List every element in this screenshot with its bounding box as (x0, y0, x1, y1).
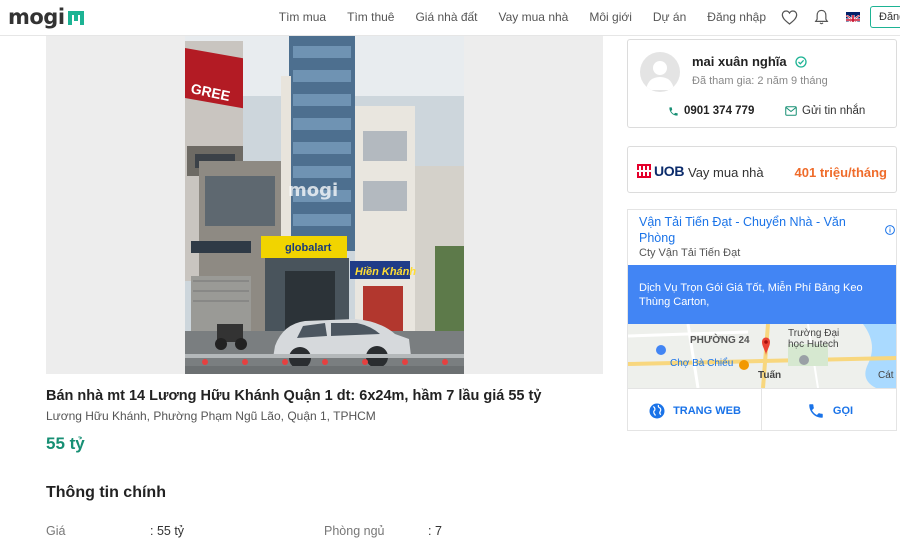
map-label-school: Trường Đại học Hutech (788, 328, 840, 350)
phone-number: 0901 374 779 (684, 105, 755, 117)
ad-banner-text: Dịch Vụ Trọn Gói Giá Tốt, Miễn Phí Băng … (639, 282, 863, 308)
globe-icon (649, 403, 665, 418)
main-nav: Tìm mua Tìm thuê Giá nhà đất Vay mua nhà… (279, 0, 900, 34)
phone-icon (669, 106, 678, 116)
verified-icon (795, 55, 807, 73)
logo-text: mogi (8, 5, 65, 29)
uob-logo: UOB (637, 163, 685, 179)
loan-rate: 401 triệu/tháng (794, 165, 887, 180)
map-label-market: Chợ Bà Chiểu (670, 358, 734, 369)
call-icon (809, 403, 823, 418)
nav-moi-gioi[interactable]: Môi giới (589, 10, 632, 24)
listing-price: 55 tỷ (46, 434, 85, 453)
avatar[interactable] (640, 52, 680, 92)
sponsored-ad[interactable]: Vận Tải Tiến Đạt - Chuyển Nhà - Văn Phòn… (627, 209, 897, 431)
heart-icon[interactable] (780, 8, 798, 26)
listing-photo[interactable]: GREE mogi Hiền Khánh globalart (185, 36, 464, 374)
nav-vay-mua-nha[interactable]: Vay mua nhà (499, 10, 569, 24)
website-label: TRANG WEB (673, 404, 741, 417)
mogi-logo[interactable]: mogi (8, 2, 86, 32)
mogi-watermark: mogi (288, 180, 338, 201)
website-button[interactable]: TRANG WEB (628, 389, 762, 430)
uob-icon (637, 164, 651, 178)
map-label-ward: PHƯỜNG 24 (690, 335, 750, 346)
phone-button[interactable]: 0901 374 779 (668, 105, 754, 117)
info-label-bedrooms: Phòng ngủ (324, 524, 385, 538)
map-label-cat: Cát (878, 370, 894, 381)
uob-text: UOB (654, 163, 685, 179)
ad-advertiser: Cty Vận Tải Tiến Đạt (639, 247, 741, 259)
uk-flag-icon[interactable] (846, 12, 860, 22)
bell-icon[interactable] (812, 8, 830, 26)
agent-name[interactable]: mai xuân nghĩa (692, 54, 787, 69)
ad-actions: TRANG WEB GỌI (628, 388, 896, 430)
info-label-price: Giá (46, 524, 66, 538)
envelope-icon (785, 106, 797, 116)
call-button[interactable]: GỌI (763, 389, 896, 430)
info-value-bedrooms: : 7 (428, 524, 442, 538)
map-label-tuan: Tuấn (758, 370, 782, 381)
loan-card[interactable]: UOB Vay mua nhà 401 triệu/tháng (627, 146, 897, 193)
ad-info-icon[interactable] (885, 222, 895, 240)
logo-mark-icon (67, 9, 86, 25)
nav-gia-nha-dat[interactable]: Giá nhà đất (415, 10, 477, 24)
hien-khanh-sign: Hiền Khánh (355, 266, 416, 278)
nav-tim-mua[interactable]: Tìm mua (279, 10, 326, 24)
agent-joined: Đã tham gia: 2 năm 9 tháng (692, 75, 828, 87)
ad-map[interactable]: PHƯỜNG 24 Chợ Bà Chiểu Trường Đại học Hu… (628, 324, 896, 388)
message-label: Gửi tin nhắn (802, 105, 866, 117)
nav-tim-thue[interactable]: Tìm thuê (347, 10, 394, 24)
message-button[interactable]: Gửi tin nhắn (785, 105, 865, 117)
top-header: mogi Tìm mua Tìm thuê Giá nhà đất Vay mu… (0, 0, 900, 36)
nav-dang-nhap[interactable]: Đăng nhập (707, 10, 766, 24)
globalart-sign: globalart (285, 242, 332, 254)
listing-title: Bán nhà mt 14 Lương Hữu Khánh Quận 1 dt:… (46, 388, 542, 404)
nav-du-an[interactable]: Dự án (653, 10, 686, 24)
info-value-price: : 55 tỷ (150, 524, 185, 538)
listing-address: Lương Hữu Khánh, Phường Phạm Ngũ Lão, Qu… (46, 409, 376, 423)
main-info-heading: Thông tin chính (46, 484, 166, 501)
login-button[interactable]: Đăng (870, 6, 900, 28)
agent-card: mai xuân nghĩa Đã tham gia: 2 năm 9 thán… (627, 39, 897, 128)
call-label: GỌI (832, 404, 854, 417)
ad-banner[interactable]: Dịch Vụ Trọn Gói Giá Tốt, Miễn Phí Băng … (628, 265, 896, 324)
photo-gallery[interactable]: GREE mogi Hiền Khánh globalart (46, 36, 603, 374)
loan-label: Vay mua nhà (688, 165, 764, 180)
ad-title[interactable]: Vận Tải Tiến Đạt - Chuyển Nhà - Văn Phòn… (639, 214, 879, 246)
